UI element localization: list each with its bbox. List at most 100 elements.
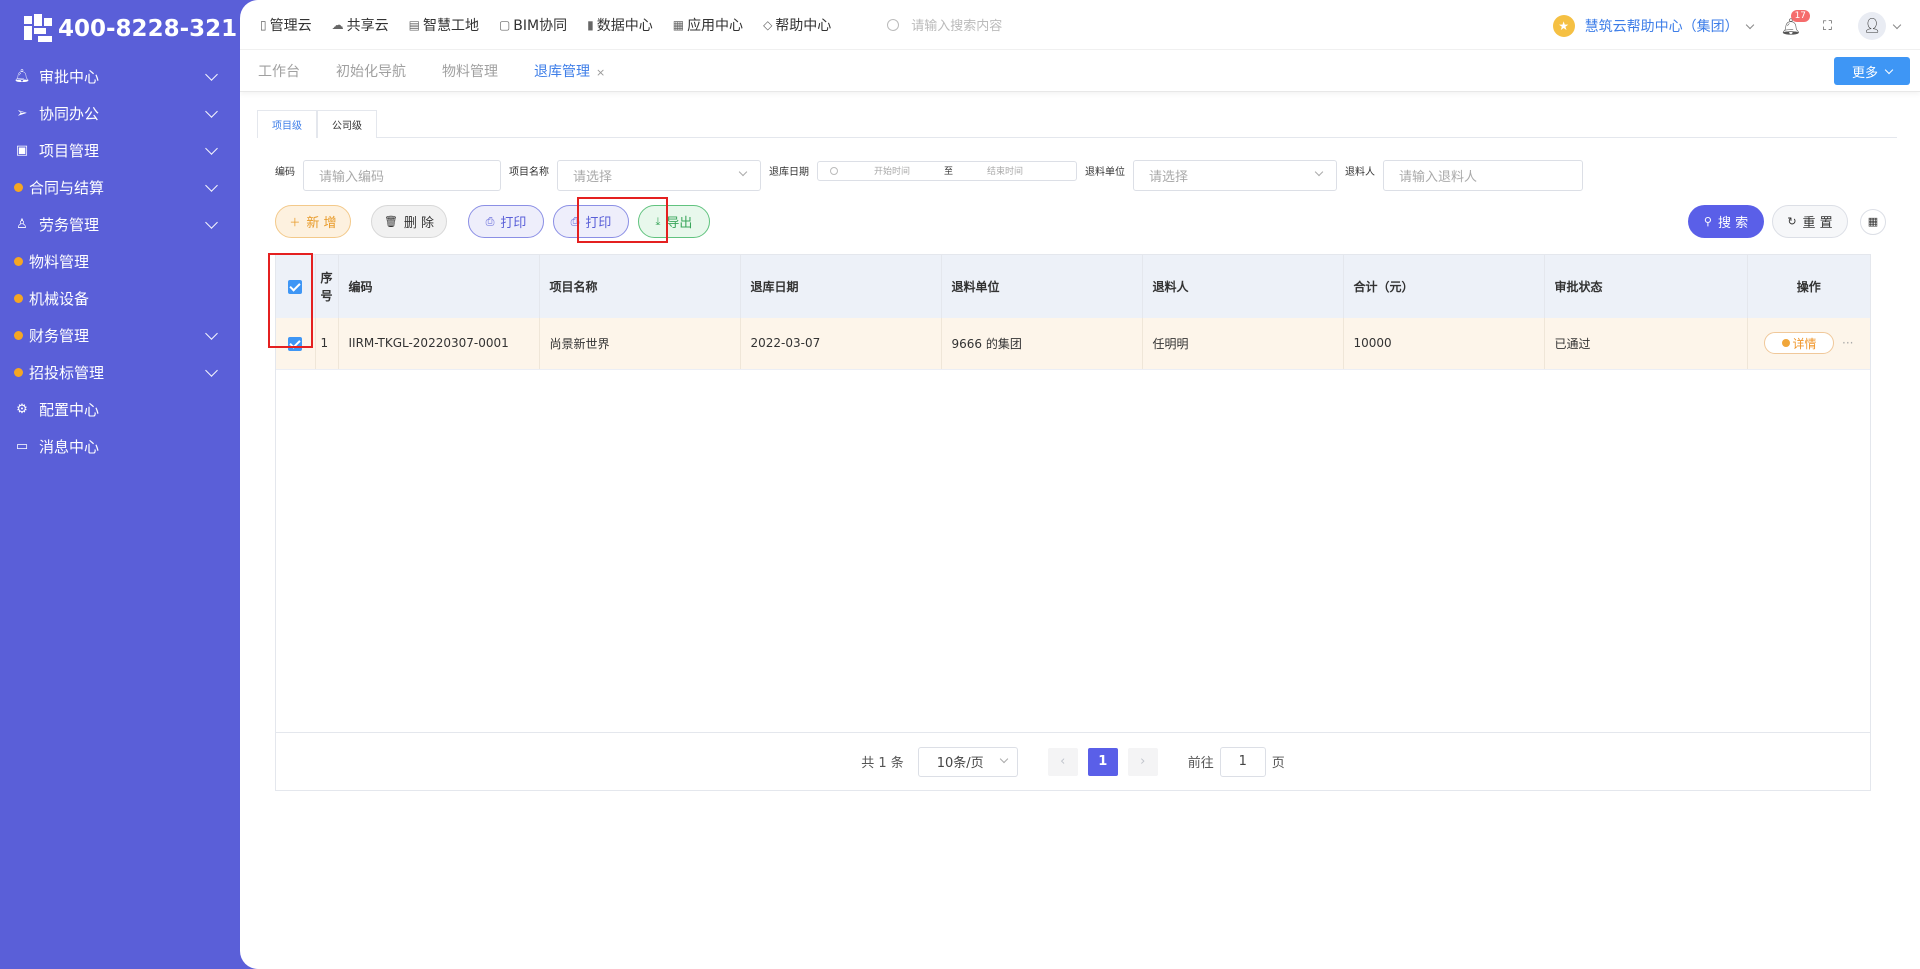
delete-highlight-box <box>577 197 668 243</box>
avatar[interactable]: 👤︎ <box>1858 12 1886 40</box>
person-input[interactable]: 请输入退料人 <box>1383 160 1583 191</box>
topnav-smart-site[interactable]: ▤ 智慧工地 <box>409 15 479 35</box>
search-button[interactable]: ⚲ 搜 索 <box>1688 205 1764 238</box>
header-code: 编码 <box>338 255 540 318</box>
chevron-down-icon <box>205 364 218 377</box>
delete-button[interactable]: 🗑︎ 删 除 <box>371 205 447 238</box>
more-button[interactable]: 更多 <box>1834 57 1910 85</box>
page-number-current[interactable]: 1 <box>1087 747 1118 776</box>
more-options-icon[interactable]: ··· <box>1842 336 1853 350</box>
row-project: 尚景新世界 <box>539 318 741 370</box>
topnav-bim[interactable]: ▢ BIM协同 <box>499 15 567 35</box>
org-switcher[interactable]: ★ 慧筑云帮助中心（集团） <box>1552 15 1754 37</box>
logo-icon <box>24 14 54 44</box>
header-person: 退料人 <box>1142 255 1344 318</box>
sidebar-item[interactable]: 🔔︎ 审批中心 <box>0 58 240 95</box>
panel-icon: ▯ <box>260 17 267 32</box>
chevron-down-icon <box>738 167 748 177</box>
header-index: 序号 <box>315 255 339 318</box>
date-separator: 至 <box>944 167 954 177</box>
topnav-label: 帮助中心 <box>775 17 832 34</box>
column-settings-icon[interactable]: ▦ <box>1860 208 1886 235</box>
tab-workbench[interactable]: 工作台 <box>258 61 300 81</box>
logo: 400-8228-321 <box>0 0 240 58</box>
project-select[interactable]: 请选择 <box>557 160 761 191</box>
document-icon: ▤ <box>408 17 420 32</box>
topnav-app-center[interactable]: ▦ 应用中心 <box>673 15 743 35</box>
unit-select[interactable]: 请选择 <box>1133 160 1337 191</box>
bar-chart-icon: ▮ <box>587 17 594 32</box>
sidebar-item[interactable]: 机械设备 <box>0 280 240 317</box>
main-panel: ▯ 管理云 ☁ 共享云 ▤ 智慧工地 ▢ BIM协同 ▮ 数据中心 ▦ 应用中心 ◇ 帮助中心… <box>240 0 1920 969</box>
print-button[interactable]: ⎙ 打印 <box>468 205 544 238</box>
sidebar: 400-8228-321 🔔︎ 审批中心 ➢ 协同办公 ▣ 项目管理 合同与结算 ♙ 劳务管理物… <box>0 0 240 969</box>
topnav-share-cloud[interactable]: ☁ 共享云 <box>332 15 389 35</box>
tab-project-level[interactable]: 项目级 <box>257 110 317 138</box>
search-actions: ⚲ 搜 索 ↻ 重 置 ▦ <box>1688 205 1886 238</box>
header-date: 退库日期 <box>740 255 942 318</box>
search-label: 搜 索 <box>1717 216 1749 231</box>
person-label: 退料人 <box>1345 167 1375 178</box>
send-icon: ➢ <box>16 106 28 121</box>
more-label: 更多 <box>1851 65 1878 81</box>
add-button[interactable]: ＋ 新 增 <box>275 205 351 238</box>
sidebar-item-label: 劳务管理 <box>39 216 100 234</box>
sidebar-item[interactable]: 合同与结算 <box>0 169 240 206</box>
topnav-label: 数据中心 <box>596 17 653 34</box>
topnav-management-cloud[interactable]: ▯ 管理云 <box>260 15 312 35</box>
table-header-row: 序号 编码 项目名称 退库日期 退料单位 退料人 合计（元） 审批状态 操作 <box>276 255 1870 318</box>
sidebar-item[interactable]: ▭ 消息中心 <box>0 428 240 465</box>
unit-placeholder: 请选择 <box>1149 170 1189 185</box>
data-table: 序号 编码 项目名称 退库日期 退料单位 退料人 合计（元） 审批状态 操作 1… <box>275 254 1871 791</box>
chevron-down-icon <box>205 68 218 81</box>
grid-icon: ▦ <box>672 17 685 32</box>
chevron-down-icon[interactable] <box>1892 20 1902 29</box>
tab-label: 退库管理 <box>534 63 590 80</box>
sidebar-item-label: 消息中心 <box>39 438 100 456</box>
topnav-label: 应用中心 <box>687 17 744 34</box>
notification-bell[interactable]: 🔔︎ 17 <box>1781 9 1811 36</box>
chevron-down-icon <box>205 105 218 118</box>
org-name: 慧筑云帮助中心（集团） <box>1584 19 1739 35</box>
sidebar-item[interactable]: ⚙ 配置中心 <box>0 391 240 428</box>
plus-icon: ＋ <box>289 215 301 229</box>
sidebar-item[interactable]: ♙ 劳务管理 <box>0 206 240 243</box>
sidebar-item[interactable]: 财务管理 <box>0 317 240 354</box>
tab-init-nav[interactable]: 初始化导航 <box>336 61 406 81</box>
global-search[interactable]: 请输入搜索内容 <box>887 15 1002 34</box>
sidebar-item[interactable]: ▣ 项目管理 <box>0 132 240 169</box>
chevron-down-icon <box>1884 65 1894 74</box>
sidebar-nav: 🔔︎ 审批中心 ➢ 协同办公 ▣ 项目管理 合同与结算 ♙ 劳务管理 物料管理 机械设备 财务管理 招投… <box>0 58 240 465</box>
prev-page-button[interactable]: ‹ <box>1047 747 1078 776</box>
reset-label: 重 置 <box>1802 216 1833 231</box>
tab-material[interactable]: 物料管理 <box>442 61 498 81</box>
add-label: 新 增 <box>306 216 337 231</box>
tab-company-level[interactable]: 公司级 <box>317 110 377 138</box>
chevron-down-icon <box>205 327 218 340</box>
close-icon[interactable]: × <box>596 66 605 79</box>
fullscreen-icon[interactable]: ⛶ <box>1823 19 1832 34</box>
sidebar-item[interactable]: ➢ 协同办公 <box>0 95 240 132</box>
date-range-picker[interactable]: 开始时间 至 结束时间 <box>817 160 1077 181</box>
sidebar-item[interactable]: 招投标管理 <box>0 354 240 391</box>
diamond-icon: ◇ <box>763 17 773 32</box>
reset-button[interactable]: ↻ 重 置 <box>1772 205 1848 238</box>
detail-button[interactable]: 详情 <box>1764 332 1835 355</box>
unit-label: 退料单位 <box>1085 167 1125 178</box>
dot-icon <box>14 368 23 377</box>
code-input[interactable]: 请输入编码 <box>303 160 501 191</box>
page-tabs-bar: 工作台 初始化导航 物料管理 退库管理 × 更多 <box>240 50 1920 92</box>
topnav-data-center[interactable]: ▮ 数据中心 <box>587 15 653 35</box>
sidebar-item[interactable]: 物料管理 <box>0 243 240 280</box>
topnav-help-center[interactable]: ◇ 帮助中心 <box>763 15 831 35</box>
detail-label: 详情 <box>1792 336 1817 351</box>
trash-icon: 🗑︎ <box>383 215 398 228</box>
total-count: 共 1 条 <box>861 756 904 771</box>
goto-label: 前往 <box>1187 756 1214 771</box>
tab-return-management[interactable]: 退库管理 × <box>534 61 605 81</box>
goto-page-input[interactable]: 1 <box>1219 746 1266 777</box>
next-page-button[interactable]: › <box>1127 747 1158 776</box>
table-row[interactable]: 1 IIRM-TKGL-20220307-0001 尚景新世界 2022-03-… <box>276 318 1870 370</box>
chevron-down-icon <box>205 216 218 229</box>
page-size-select[interactable]: 10条/页 <box>917 746 1018 777</box>
